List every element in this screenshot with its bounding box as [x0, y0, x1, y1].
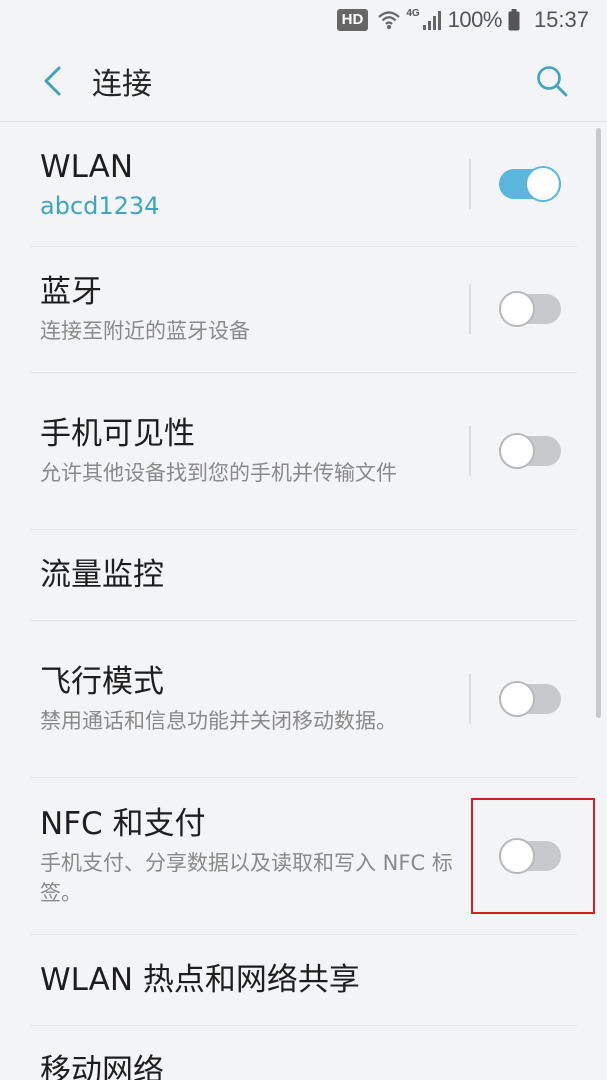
- setting-title: 蓝牙: [40, 274, 102, 310]
- scrollbar[interactable]: [596, 128, 601, 718]
- settings-list: WLAN abcd1234 蓝牙 连接至附近的蓝牙设备 手机可见性 允许其他设备…: [0, 122, 607, 1080]
- app-header: 连接: [0, 40, 607, 122]
- search-button[interactable]: [525, 54, 579, 108]
- page-title: 连接: [92, 66, 152, 102]
- setting-subtitle: 允许其他设备找到您的手机并传输文件: [40, 460, 397, 485]
- nfc-toggle[interactable]: [499, 837, 561, 874]
- connections-screen: HD 4G 100% 15:37 连接 WLAN abcd1234 蓝牙 连接至…: [0, 0, 607, 1080]
- setting-row-data-usage[interactable]: 流量监控: [0, 529, 607, 620]
- setting-row-phone-visibility[interactable]: 手机可见性 允许其他设备找到您的手机并传输文件: [0, 372, 607, 529]
- setting-title: 移动网络: [40, 1052, 164, 1080]
- network-type-label: 4G: [406, 8, 420, 19]
- row-divider: [469, 284, 471, 334]
- signal-icon: [422, 10, 442, 30]
- setting-title: 飞行模式: [40, 663, 164, 700]
- search-icon: [537, 66, 568, 97]
- row-divider: [469, 673, 471, 724]
- setting-row-nfc-payment[interactable]: NFC 和支付 手机支付、分享数据以及读取和写入 NFC 标签。: [0, 777, 607, 934]
- setting-title: NFC 和支付: [40, 805, 206, 842]
- phone-visibility-toggle[interactable]: [499, 432, 561, 469]
- setting-title: 流量监控: [40, 556, 164, 593]
- chevron-left-icon: [44, 66, 61, 95]
- bluetooth-toggle[interactable]: [499, 291, 561, 327]
- setting-subtitle: abcd1234: [40, 192, 160, 220]
- setting-title: WLAN 热点和网络共享: [40, 961, 360, 998]
- row-divider: [469, 159, 471, 209]
- setting-row-bluetooth[interactable]: 蓝牙 连接至附近的蓝牙设备: [0, 246, 607, 372]
- airplane-mode-toggle[interactable]: [499, 680, 561, 717]
- setting-row-wlan[interactable]: WLAN abcd1234: [0, 122, 607, 246]
- setting-row-mobile-network[interactable]: 移动网络: [0, 1025, 607, 1080]
- back-button[interactable]: [22, 51, 82, 111]
- row-divider: [469, 425, 471, 476]
- wifi-icon: [378, 10, 401, 30]
- setting-subtitle: 连接至附近的蓝牙设备: [40, 319, 250, 343]
- setting-row-hotspot-tethering[interactable]: WLAN 热点和网络共享: [0, 934, 607, 1025]
- clock: 15:37: [533, 7, 589, 32]
- hd-badge: HD: [336, 9, 369, 31]
- setting-title: WLAN: [40, 149, 134, 185]
- setting-row-airplane-mode[interactable]: 飞行模式 禁用通话和信息功能并关闭移动数据。: [0, 620, 607, 777]
- battery-percent: 100%: [447, 7, 503, 32]
- status-bar: HD 4G 100% 15:37: [0, 0, 607, 40]
- setting-subtitle: 手机支付、分享数据以及读取和写入 NFC 标签。: [40, 850, 453, 905]
- battery-icon: [508, 9, 520, 31]
- wlan-toggle[interactable]: [499, 166, 561, 202]
- setting-subtitle: 禁用通话和信息功能并关闭移动数据。: [40, 708, 397, 733]
- setting-title: 手机可见性: [40, 415, 195, 452]
